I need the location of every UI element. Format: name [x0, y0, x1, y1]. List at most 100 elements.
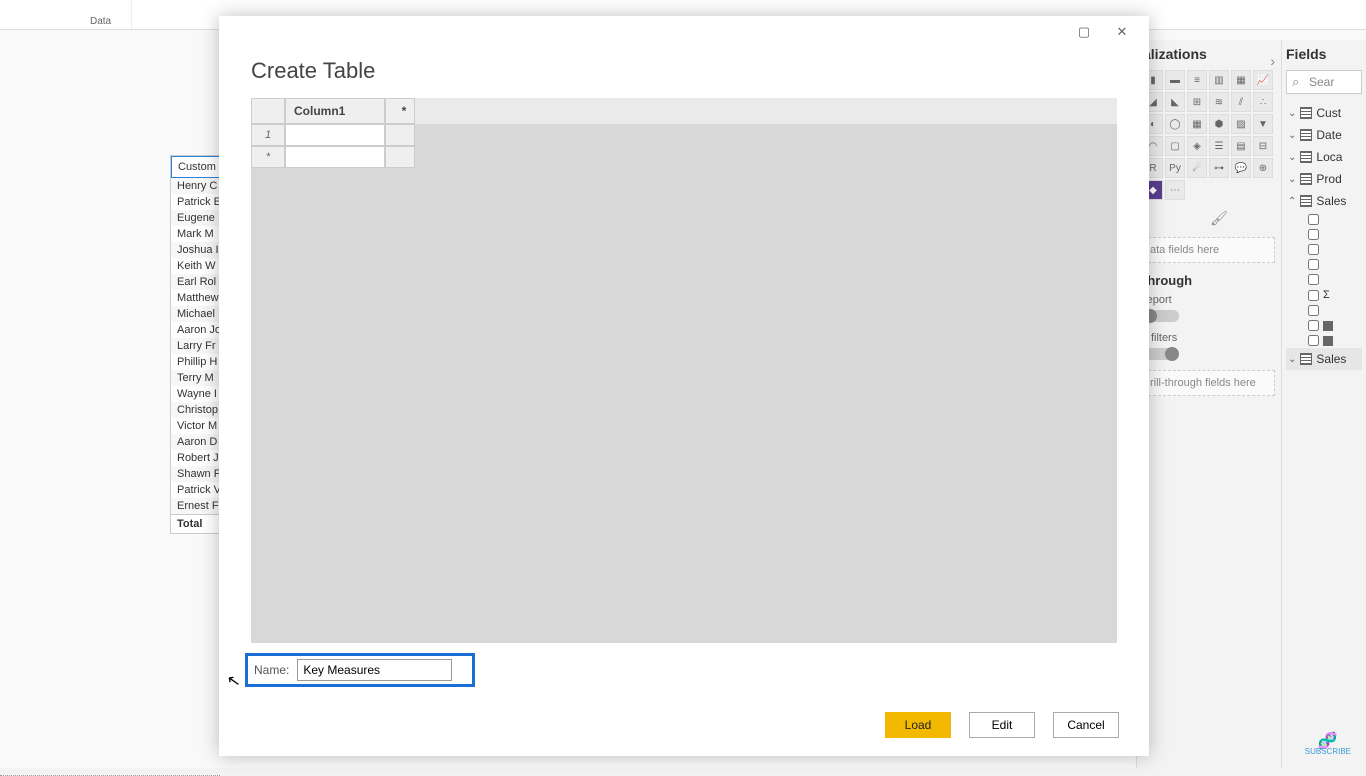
viz-bar-icon[interactable]: ▬ — [1165, 70, 1185, 90]
viz-matrix-icon[interactable]: ⊟ — [1253, 136, 1273, 156]
viz-waterfall-icon[interactable]: ⫽ — [1231, 92, 1251, 112]
field-checkbox[interactable] — [1308, 229, 1319, 240]
field-table-loca[interactable]: ⌄Loca — [1286, 146, 1362, 168]
field-checkbox[interactable] — [1308, 290, 1319, 301]
table-icon — [1300, 195, 1312, 207]
field-checkbox[interactable] — [1308, 274, 1319, 285]
grid-cell-new-add — [385, 146, 415, 168]
viz-clustered-bar-icon[interactable]: ≡ — [1187, 70, 1207, 90]
viz-ribbon-icon[interactable]: ≋ — [1209, 92, 1229, 112]
field-checkbox[interactable] — [1308, 244, 1319, 255]
calculator-icon — [1323, 336, 1333, 346]
chevron-icon: ⌄ — [1288, 354, 1296, 365]
field-checkbox[interactable] — [1308, 305, 1319, 316]
field-item[interactable] — [1286, 212, 1362, 227]
chevron-icon: ⌄ — [1288, 130, 1296, 141]
table-name-label: Name: — [254, 663, 289, 677]
field-checkbox[interactable] — [1308, 320, 1319, 331]
ribbon-group-data: Data — [70, 0, 132, 29]
drillthrough-section: through report ll filters rill-through f… — [1143, 273, 1275, 396]
viz-card-icon[interactable]: ▢ — [1165, 136, 1185, 156]
chevron-icon: ⌄ — [1288, 108, 1296, 119]
viz-py-icon[interactable]: Py — [1165, 158, 1185, 178]
edit-button[interactable]: Edit — [969, 712, 1035, 738]
keep-filters-label: ll filters — [1143, 332, 1275, 344]
grid-corner — [251, 98, 285, 124]
grid-col-header[interactable]: Column1 — [285, 98, 385, 124]
viz-donut-icon[interactable]: ◯ — [1165, 114, 1185, 134]
fields-title: Fields — [1286, 46, 1362, 62]
field-checkbox[interactable] — [1308, 335, 1319, 346]
field-item[interactable] — [1286, 318, 1362, 333]
field-table-cust[interactable]: ⌄Cust — [1286, 102, 1362, 124]
dna-icon: 🧬 — [1305, 737, 1351, 747]
close-icon[interactable]: ✕ — [1113, 24, 1131, 40]
table-name-row: Name: — [245, 653, 475, 687]
sigma-icon: Σ — [1323, 289, 1330, 301]
collapse-pane-icon[interactable]: › — [1270, 53, 1275, 69]
visualizations-pane: alizations › ▮ ▬ ≡ ▥ ▦ 📈 ◢ ◣ ⊞ ≋ ⫽ ∴ ◐ ◯… — [1136, 40, 1281, 768]
field-table-date[interactable]: ⌄Date — [1286, 124, 1362, 146]
table-icon — [1300, 353, 1312, 365]
viz-arcgis-icon[interactable]: ⊕ — [1253, 158, 1273, 178]
field-item[interactable]: Σ — [1286, 287, 1362, 303]
load-button[interactable]: Load — [885, 712, 951, 738]
cross-report-label: report — [1143, 294, 1275, 306]
fields-tables-list: ⌄Cust⌄Date⌄Loca⌄Prod⌃Sales Σ ⌄Sales — [1286, 102, 1362, 370]
subscribe-badge: 🧬 SUBSCRIBE — [1305, 737, 1351, 756]
grid-add-row[interactable]: * — [251, 146, 285, 168]
field-item[interactable] — [1286, 242, 1362, 257]
format-paint-icon[interactable]: 🖌 — [1163, 210, 1275, 227]
field-table-prod[interactable]: ⌄Prod — [1286, 168, 1362, 190]
viz-funnel-icon[interactable]: ▼ — [1253, 114, 1273, 134]
viz-filled-map-icon[interactable]: ▨ — [1231, 114, 1251, 134]
grid-cell-r1-add — [385, 124, 415, 146]
viz-combo-icon[interactable]: ⊞ — [1187, 92, 1207, 112]
visualization-gallery: ▮ ▬ ≡ ▥ ▦ 📈 ◢ ◣ ⊞ ≋ ⫽ ∴ ◐ ◯ ▦ ⬢ ▨ ▼ ◠ ▢ … — [1143, 70, 1275, 200]
viz-table-icon[interactable]: ▤ — [1231, 136, 1251, 156]
field-item[interactable] — [1286, 272, 1362, 287]
field-checkbox[interactable] — [1308, 259, 1319, 270]
field-table-sales[interactable]: ⌃Sales — [1286, 190, 1362, 212]
field-table-sales-2[interactable]: ⌄Sales — [1286, 348, 1362, 370]
field-item[interactable] — [1286, 303, 1362, 318]
viz-kpi-icon[interactable]: ◈ — [1187, 136, 1207, 156]
grid-cell-r1c1[interactable] — [285, 124, 385, 146]
chevron-icon: ⌃ — [1288, 196, 1296, 207]
table-icon — [1300, 151, 1312, 163]
viz-treemap-icon[interactable]: ▦ — [1187, 114, 1207, 134]
fields-pane: Fields Sear ⌄Cust⌄Date⌄Loca⌄Prod⌃SalesΣ⌄… — [1281, 40, 1366, 768]
fields-search[interactable]: Sear — [1286, 70, 1362, 94]
viz-slicer-icon[interactable]: ☰ — [1209, 136, 1229, 156]
viz-scatter-icon[interactable]: ∴ — [1253, 92, 1273, 112]
viz-map-icon[interactable]: ⬢ — [1209, 114, 1229, 134]
table-icon — [1300, 173, 1312, 185]
dialog-title: Create Table — [219, 40, 1149, 98]
viz-column-icon[interactable]: ▥ — [1209, 70, 1229, 90]
field-item[interactable] — [1286, 227, 1362, 242]
field-item[interactable] — [1286, 333, 1362, 348]
table-icon — [1300, 107, 1312, 119]
table-grid[interactable]: Column1 * 1 * — [251, 98, 1117, 643]
viz-qa-icon[interactable]: 💬 — [1231, 158, 1251, 178]
viz-decomposition-icon[interactable]: ⊶ — [1209, 158, 1229, 178]
viz-stacked-area-icon[interactable]: ◣ — [1165, 92, 1185, 112]
maximize-icon[interactable]: ▢ — [1075, 24, 1093, 40]
chevron-icon: ⌄ — [1288, 174, 1296, 185]
drillthrough-fields-well[interactable]: rill-through fields here — [1143, 370, 1275, 396]
cancel-button[interactable]: Cancel — [1053, 712, 1119, 738]
viz-keyinfluencers-icon[interactable]: ☄ — [1187, 158, 1207, 178]
chevron-icon: ⌄ — [1288, 152, 1296, 163]
field-item[interactable] — [1286, 257, 1362, 272]
viz-stacked-column-icon[interactable]: ▦ — [1231, 70, 1251, 90]
table-name-input[interactable] — [297, 659, 452, 681]
table-icon — [1300, 129, 1312, 141]
calculator-icon — [1323, 321, 1333, 331]
data-fields-well[interactable]: ata fields here — [1143, 237, 1275, 263]
visualizations-title: alizations — [1143, 46, 1275, 62]
field-checkbox[interactable] — [1308, 214, 1319, 225]
grid-cell-new[interactable] — [285, 146, 385, 168]
viz-line-icon[interactable]: 📈 — [1253, 70, 1273, 90]
viz-more-icon[interactable]: ⋯ — [1165, 180, 1185, 200]
grid-add-column[interactable]: * — [385, 98, 415, 124]
